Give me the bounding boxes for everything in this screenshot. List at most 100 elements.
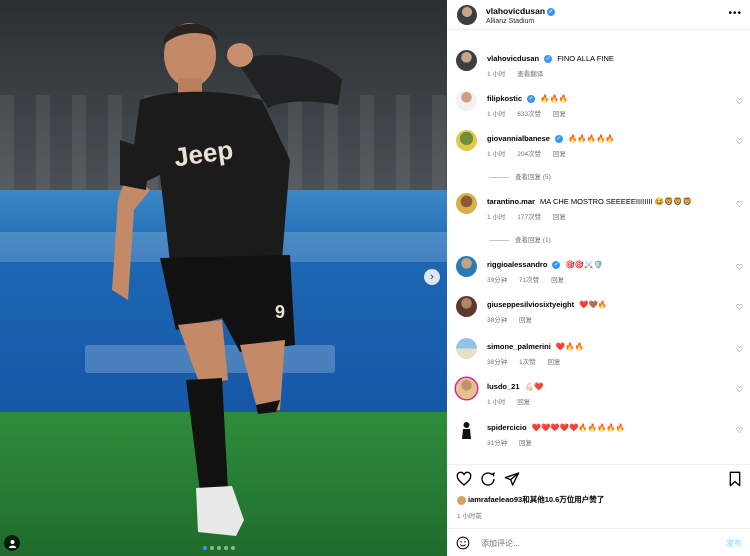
comment-line: giovannialbanese ✓ 🔥🔥🔥🔥🔥 xyxy=(487,134,615,144)
post-media[interactable]: Jeep 9 › xyxy=(0,0,447,556)
comment-line: filipkostic ✓ 🔥🔥🔥 xyxy=(487,94,568,104)
likes-text[interactable]: iamrafaeleao93和其他10.6万位用户赞了 xyxy=(468,495,604,504)
reply-button[interactable]: 回复 xyxy=(547,359,560,366)
avatar[interactable] xyxy=(456,296,477,317)
carousel-dot xyxy=(203,546,207,550)
chevron-right-icon[interactable]: › xyxy=(424,269,440,285)
comments-list[interactable]: vlahovicdusan ✓ FINO ALLA FINE 1 小时 查看翻译 … xyxy=(447,40,750,462)
comment-time: 39分钟 xyxy=(487,277,508,284)
avatar[interactable] xyxy=(456,378,477,399)
heart-icon[interactable] xyxy=(456,471,472,487)
verified-badge-icon: ✓ xyxy=(547,7,556,16)
verified-badge-icon: ✓ xyxy=(544,55,553,64)
avatar[interactable] xyxy=(456,50,477,71)
avatar[interactable] xyxy=(456,130,477,151)
view-replies-label[interactable]: 查看回复 (1) xyxy=(515,237,551,244)
author-username[interactable]: vlahovicdusan ✓ xyxy=(486,6,556,16)
reply-button[interactable]: 回复 xyxy=(519,317,532,324)
user-tag-icon[interactable] xyxy=(4,535,20,551)
comment-time: 1 小时 xyxy=(487,151,506,158)
avatar[interactable] xyxy=(457,5,477,25)
comment-text: 🔥🔥🔥🔥🔥 xyxy=(568,134,615,143)
avatar[interactable] xyxy=(456,419,477,440)
author-username-text[interactable]: vlahovicdusan xyxy=(486,6,545,16)
comment-text: MA CHE MOSTRO SEEEEEIIIIIIII 😂🦁🦁🦁 xyxy=(540,197,692,206)
post-location[interactable]: Allianz Stadium xyxy=(486,18,534,25)
comment-meta: 1 小时 回复 xyxy=(487,396,540,406)
avatar[interactable] xyxy=(456,338,477,359)
comment-line: simone_palmerini ❤️🔥🔥 xyxy=(487,342,584,351)
carousel-dot xyxy=(217,546,221,550)
avatar[interactable] xyxy=(456,256,477,277)
heart-icon[interactable]: ♡ xyxy=(736,345,743,354)
heart-icon[interactable]: ♡ xyxy=(736,137,743,146)
heart-icon[interactable]: ♡ xyxy=(736,263,743,272)
heart-icon[interactable]: ♡ xyxy=(736,97,743,106)
verified-badge-icon: ✓ xyxy=(527,95,536,104)
view-replies-button[interactable]: 查看回复 (5) xyxy=(489,171,551,181)
comment-line: spidercicio ❤️❤️❤️❤️❤️🔥🔥🔥🔥🔥 xyxy=(487,423,625,432)
reply-button[interactable]: 回复 xyxy=(519,440,532,447)
comment-time: 1 小时 xyxy=(487,214,506,221)
avatar[interactable] xyxy=(456,90,477,111)
comment-meta: 1 小时 633次赞 回复 xyxy=(487,108,576,118)
reply-button[interactable]: 回复 xyxy=(553,151,566,158)
comment-likes[interactable]: 633次赞 xyxy=(517,111,541,118)
heart-icon[interactable]: ♡ xyxy=(736,385,743,394)
heart-icon[interactable]: ♡ xyxy=(736,200,743,209)
translate-button[interactable]: 查看翻译 xyxy=(517,71,543,78)
player-photo: Jeep 9 xyxy=(112,23,342,536)
bookmark-icon[interactable] xyxy=(727,471,743,487)
reply-button[interactable]: 回复 xyxy=(551,277,564,284)
comment-meta: 31分钟 回复 xyxy=(487,437,542,447)
likes-summary[interactable]: iamrafaeleao93和其他10.6万位用户赞了 xyxy=(457,494,604,505)
comment-username[interactable]: giuseppesilviosixtyeight xyxy=(487,300,574,309)
divider xyxy=(489,239,509,241)
comment-meta: 1 小时 177次赞 回复 xyxy=(487,211,576,221)
action-bar xyxy=(447,464,750,492)
view-replies-button[interactable]: 查看回复 (1) xyxy=(489,234,551,244)
comment-text: 💪🏻❤️ xyxy=(524,382,544,391)
caption-text: FINO ALLA FINE xyxy=(557,54,614,63)
caption-username[interactable]: vlahovicdusan xyxy=(487,54,539,63)
comment-input[interactable] xyxy=(481,534,691,552)
emoji-icon[interactable] xyxy=(456,536,470,550)
comment-line: riggioalessandro ✓ 🎯🎯⚔️🛡️ xyxy=(487,260,603,270)
comment-username[interactable]: giovannialbanese xyxy=(487,134,550,143)
comment-text: ❤️🤎🔥 xyxy=(579,300,608,309)
comment-likes[interactable]: 177次赞 xyxy=(517,214,541,221)
post-header: vlahovicdusan ✓ Allianz Stadium ••• xyxy=(447,0,750,30)
post-timestamp[interactable]: 1 小时前 xyxy=(457,510,482,520)
reply-button[interactable]: 回复 xyxy=(553,111,566,118)
comment-username[interactable]: lusdo_21 xyxy=(487,382,520,391)
carousel-dot xyxy=(210,546,214,550)
heart-icon[interactable]: ♡ xyxy=(736,426,743,435)
comment-username[interactable]: tarantino.mar xyxy=(487,197,535,206)
view-replies-label[interactable]: 查看回复 (5) xyxy=(515,174,551,181)
caption-time: 1 小时 xyxy=(487,71,506,78)
heart-icon[interactable]: ♡ xyxy=(736,303,743,312)
reply-button[interactable]: 回复 xyxy=(553,214,566,221)
avatar[interactable] xyxy=(456,193,477,214)
comment-time: 31分钟 xyxy=(487,440,508,447)
comment-text: ❤️❤️❤️❤️❤️🔥🔥🔥🔥🔥 xyxy=(531,423,626,432)
post-side-panel: vlahovicdusan ✓ Allianz Stadium ••• vlaho… xyxy=(447,0,750,556)
comment-likes[interactable]: 1次赞 xyxy=(519,359,536,366)
comment-username[interactable]: simone_palmerini xyxy=(487,342,551,351)
more-icon[interactable]: ••• xyxy=(728,8,742,19)
post-comment-button[interactable]: 发布 xyxy=(726,538,742,549)
comment-username[interactable]: filipkostic xyxy=(487,94,522,103)
comment-meta: 38分钟 1次赞 回复 xyxy=(487,356,570,366)
comment-time: 1 小时 xyxy=(487,111,506,118)
comment-likes[interactable]: 71次赞 xyxy=(519,277,539,284)
reply-button[interactable]: 回复 xyxy=(517,399,530,406)
comment-meta: 38分钟 回复 xyxy=(487,314,542,324)
comment-meta: 39分钟 71次赞 回复 xyxy=(487,274,574,284)
comment-likes[interactable]: 204次赞 xyxy=(517,151,541,158)
svg-text:9: 9 xyxy=(275,302,285,322)
share-icon[interactable] xyxy=(504,471,520,487)
comment-username[interactable]: riggioalessandro xyxy=(487,260,547,269)
comment-username[interactable]: spidercicio xyxy=(487,423,527,432)
comment-icon[interactable] xyxy=(480,471,496,487)
comment-composer: 发布 xyxy=(447,528,750,556)
